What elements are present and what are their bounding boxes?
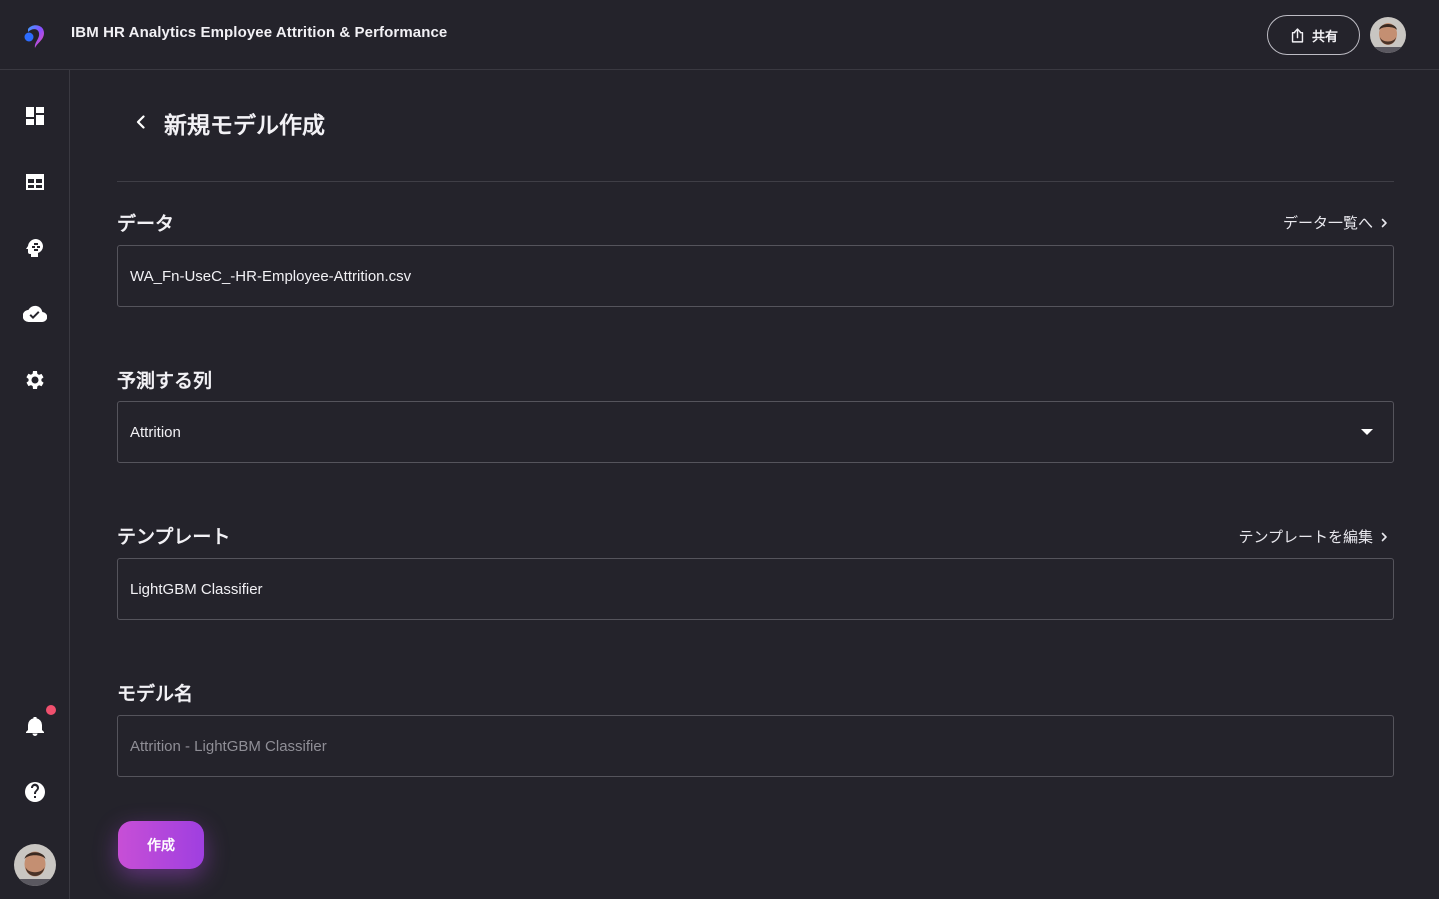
data-section-label: データ: [117, 213, 175, 235]
model-name-input[interactable]: Attrition - LightGBM Classifier: [117, 715, 1394, 777]
cloud-check-icon[interactable]: [23, 302, 47, 326]
share-button-label: 共有: [1311, 29, 1338, 45]
gear-icon[interactable]: [23, 368, 47, 392]
table-icon[interactable]: [23, 170, 47, 194]
data-file-field[interactable]: WA_Fn-UseC_-HR-Employee-Attrition.csv: [117, 245, 1394, 307]
back-button[interactable]: [129, 110, 153, 134]
sidebar-user-avatar[interactable]: [14, 844, 56, 886]
help-icon[interactable]: [23, 780, 47, 804]
top-bar: IBM HR Analytics Employee Attrition & Pe…: [0, 0, 1439, 70]
template-section-label: テンプレート: [117, 526, 231, 548]
chevron-left-icon: [136, 115, 145, 129]
data-list-link[interactable]: データ一覧へ: [1283, 212, 1389, 233]
dashboard-icon[interactable]: [23, 104, 47, 128]
data-list-link-label: データ一覧へ: [1282, 214, 1373, 232]
sidebar: [0, 70, 70, 899]
template-value: LightGBM Classifier: [130, 580, 263, 598]
notification-badge: [46, 705, 56, 715]
target-column-value: Attrition: [130, 423, 181, 441]
target-column-select[interactable]: Attrition: [117, 401, 1394, 463]
create-button[interactable]: 作成: [118, 821, 204, 869]
header-divider: [117, 181, 1394, 182]
share-button[interactable]: 共有: [1267, 15, 1360, 55]
user-avatar[interactable]: [1370, 17, 1406, 53]
model-name-label: モデル名: [117, 683, 194, 705]
brain-icon[interactable]: [23, 236, 47, 260]
share-icon: [1291, 27, 1304, 43]
edit-template-link[interactable]: テンプレートを編集: [1238, 526, 1389, 547]
target-column-label: 予測する列: [117, 370, 213, 392]
template-field[interactable]: LightGBM Classifier: [117, 558, 1394, 620]
chevron-right-icon: [1381, 532, 1387, 541]
app-logo-icon[interactable]: [20, 20, 50, 50]
data-file-value: WA_Fn-UseC_-HR-Employee-Attrition.csv: [130, 267, 412, 285]
bell-icon[interactable]: [23, 714, 47, 738]
model-name-placeholder: Attrition - LightGBM Classifier: [130, 737, 327, 755]
app-title: IBM HR Analytics Employee Attrition & Pe…: [71, 24, 448, 41]
edit-template-link-label: テンプレートを編集: [1238, 528, 1373, 546]
page-title: 新規モデル作成: [164, 113, 325, 139]
caret-down-icon: [1361, 429, 1373, 435]
chevron-right-icon: [1381, 218, 1387, 227]
